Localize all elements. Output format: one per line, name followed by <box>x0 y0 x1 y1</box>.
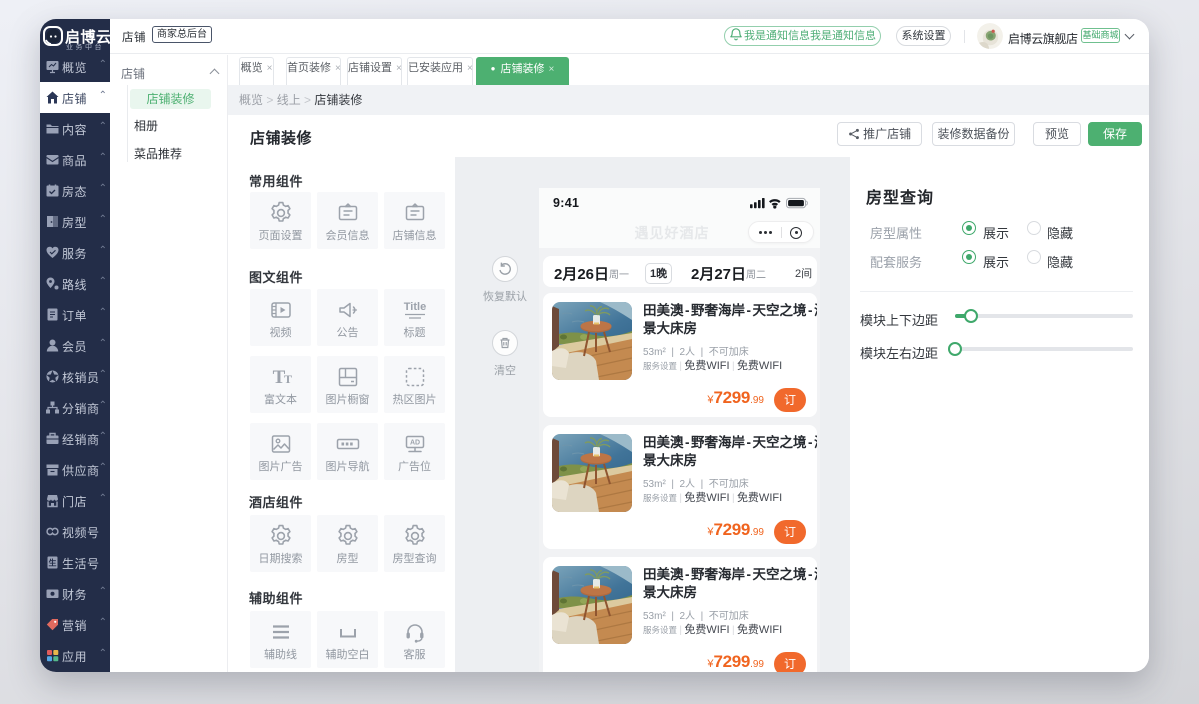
svg-text:T: T <box>283 372 291 386</box>
svg-text:AD: AD <box>409 439 419 446</box>
svg-text:生: 生 <box>49 558 57 568</box>
svg-text:Title: Title <box>403 301 425 313</box>
